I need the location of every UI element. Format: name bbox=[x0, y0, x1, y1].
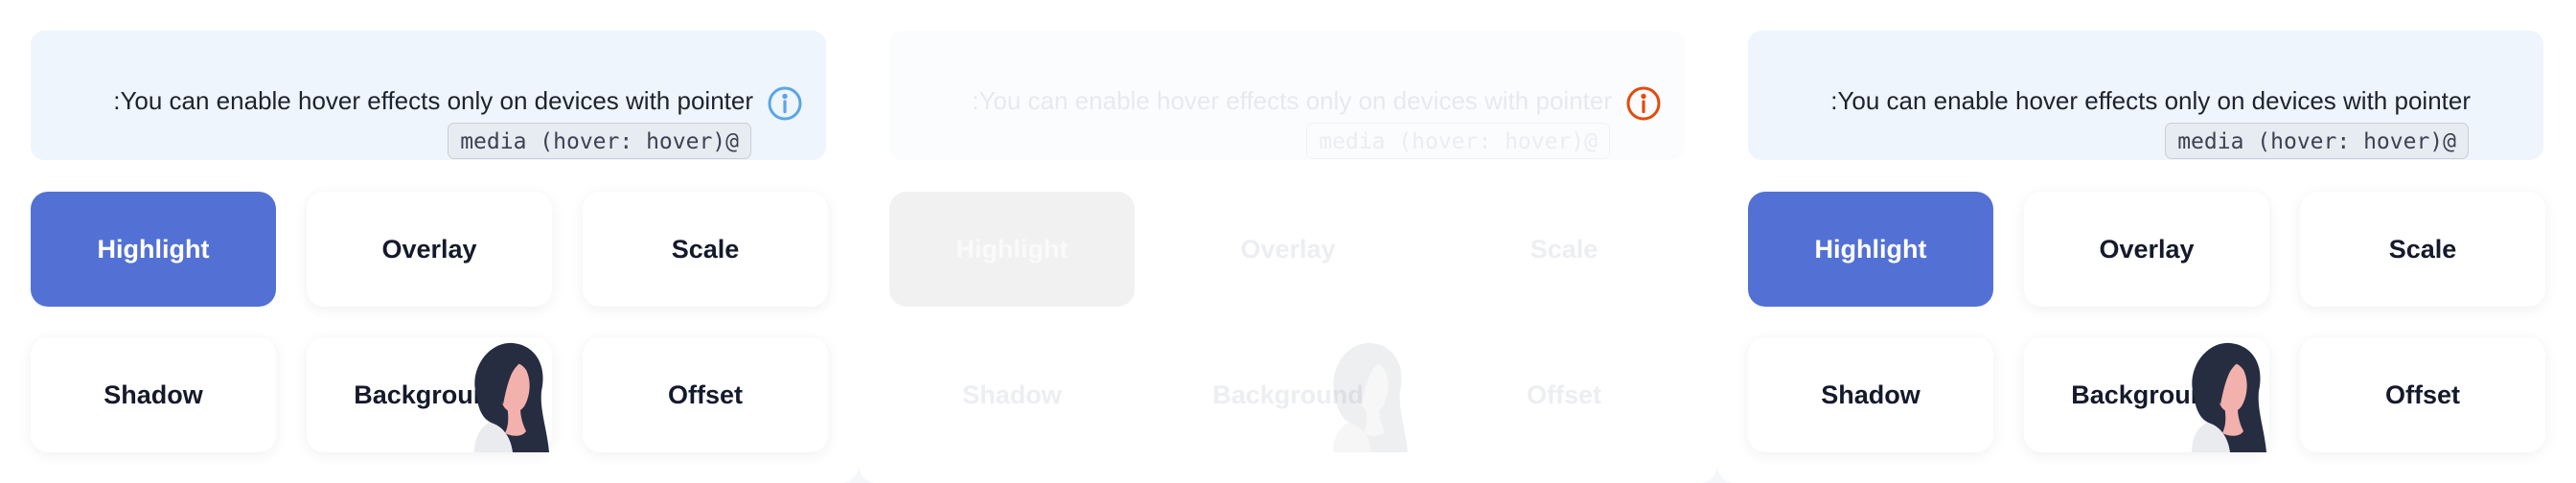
highlight-button[interactable]: Highlight bbox=[31, 192, 276, 307]
info-text: :You can enable hover effects only on de… bbox=[113, 86, 753, 115]
hover-info-banner: :You can enable hover effects only on de… bbox=[1748, 31, 2543, 160]
demo-panel-1: :You can enable hover effects only on de… bbox=[0, 0, 859, 483]
overlay-button-label: Overlay bbox=[2099, 234, 2195, 264]
info-text: :You can enable hover effects only on de… bbox=[1830, 86, 2471, 115]
offset-button[interactable]: Offset bbox=[1441, 337, 1687, 452]
offset-button[interactable]: Offset bbox=[2300, 337, 2545, 452]
info-circle-icon bbox=[767, 85, 803, 122]
overlay-button-label: Overlay bbox=[1240, 234, 1336, 264]
background-button[interactable]: Background bbox=[1165, 337, 1411, 452]
shadow-button[interactable]: Shadow bbox=[1748, 337, 1993, 452]
warning-info-circle-icon bbox=[1625, 85, 1662, 122]
scale-button[interactable]: Scale bbox=[2300, 192, 2545, 307]
highlight-button[interactable]: Highlight bbox=[1748, 192, 1993, 307]
scale-button-label: Scale bbox=[2388, 234, 2457, 264]
background-button-label: Background bbox=[1212, 380, 1364, 409]
highlight-button[interactable]: Highlight bbox=[889, 192, 1135, 307]
overlay-button[interactable]: Overlay bbox=[2024, 192, 2269, 307]
overlay-button[interactable]: Overlay bbox=[1165, 192, 1411, 307]
overlay-button[interactable]: Overlay bbox=[307, 192, 552, 307]
shadow-button[interactable]: Shadow bbox=[31, 337, 276, 452]
info-code: media (hover: hover)@ bbox=[2165, 123, 2469, 159]
info-code: media (hover: hover)@ bbox=[1306, 123, 1610, 159]
offset-button-label: Offset bbox=[1526, 380, 1601, 409]
info-text: :You can enable hover effects only on de… bbox=[972, 86, 1612, 115]
shadow-button-label: Shadow bbox=[962, 380, 1062, 409]
hover-info-banner: :You can enable hover effects only on de… bbox=[31, 31, 826, 160]
background-button-label: Background bbox=[2071, 380, 2222, 409]
overlay-button-label: Overlay bbox=[381, 234, 477, 264]
scale-button-label: Scale bbox=[1530, 234, 1598, 264]
info-code: media (hover: hover)@ bbox=[448, 123, 751, 159]
highlight-button-label: Highlight bbox=[955, 234, 1069, 264]
offset-button[interactable]: Offset bbox=[583, 337, 828, 452]
scale-button-label: Scale bbox=[671, 234, 740, 264]
shadow-button-label: Shadow bbox=[104, 380, 203, 409]
background-button[interactable]: Background bbox=[2024, 337, 2269, 452]
highlight-button-label: Highlight bbox=[97, 234, 210, 264]
demo-panel-3: :You can enable hover effects only on de… bbox=[1717, 0, 2576, 483]
demo-panel-2: :You can enable hover effects only on de… bbox=[859, 0, 1717, 483]
background-button-label: Background bbox=[354, 380, 505, 409]
background-button[interactable]: Background bbox=[307, 337, 552, 452]
shadow-button-label: Shadow bbox=[1821, 380, 1920, 409]
shadow-button[interactable]: Shadow bbox=[889, 337, 1135, 452]
offset-button-label: Offset bbox=[667, 380, 743, 409]
hover-info-banner: :You can enable hover effects only on de… bbox=[889, 31, 1685, 160]
offset-button-label: Offset bbox=[2384, 380, 2460, 409]
scale-button[interactable]: Scale bbox=[1441, 192, 1687, 307]
scale-button[interactable]: Scale bbox=[583, 192, 828, 307]
highlight-button-label: Highlight bbox=[1814, 234, 1927, 264]
